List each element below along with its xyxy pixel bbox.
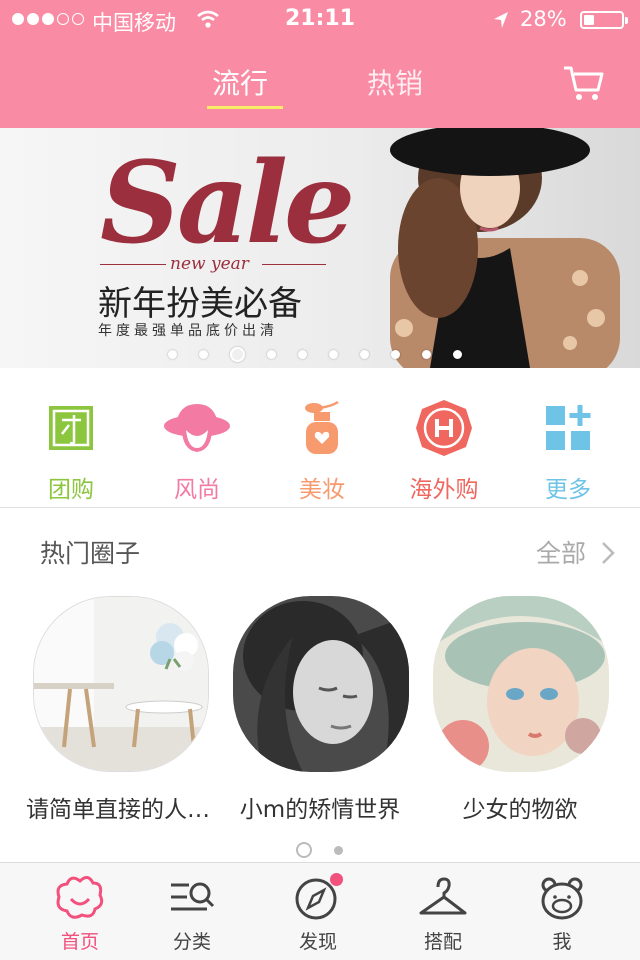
- battery-percent: 28%: [520, 7, 567, 31]
- banner-divider-right: [262, 264, 326, 265]
- tab-label: 搭配: [423, 931, 462, 953]
- bottom-tab-bar: 首页 分类 发现 搭配 我: [0, 862, 640, 960]
- page-dot[interactable]: [267, 350, 276, 359]
- page-dot-active[interactable]: [230, 347, 245, 362]
- active-tab-indicator: [207, 106, 283, 109]
- cart-icon[interactable]: [562, 64, 604, 106]
- tab-category[interactable]: 分类: [142, 875, 242, 954]
- category-row: 团购 风尚 美妆 海外购 更多: [0, 368, 640, 508]
- circle-name[interactable]: 小m的矫情世界: [215, 790, 425, 824]
- circle-thumbnail-interior[interactable]: [33, 596, 209, 772]
- group-buy-icon: [41, 398, 101, 458]
- tab-label: 首页: [60, 931, 99, 953]
- category-overseas[interactable]: 海外购: [384, 398, 504, 504]
- banner-headline: Sale: [100, 138, 355, 269]
- app-header: 中国移动 21:11 28% 流行 热销: [0, 0, 640, 128]
- profile-bear-icon: [537, 875, 587, 921]
- banner-divider-left: [100, 264, 166, 265]
- page-dot[interactable]: [360, 350, 369, 359]
- page-dot-active[interactable]: [296, 842, 312, 858]
- page-dot[interactable]: [391, 350, 400, 359]
- hanger-icon: [418, 875, 468, 921]
- circle-thumbnail-illustration[interactable]: [433, 596, 609, 772]
- promo-banner[interactable]: Sale new year 新年扮美必备 年度最强单品底价出清: [0, 128, 640, 368]
- tab-label: 分类: [172, 931, 211, 953]
- page-dot[interactable]: [329, 350, 338, 359]
- circle-thumbnail-portrait-bw[interactable]: [233, 596, 409, 772]
- banner-slogan-sub: 年度最强单品底价出清: [98, 323, 278, 339]
- status-bar: 中国移动 21:11 28%: [0, 0, 640, 40]
- discover-compass-icon: [293, 873, 343, 921]
- page-dot[interactable]: [334, 845, 343, 855]
- category-label: 风尚: [174, 477, 220, 503]
- overseas-h-icon: [414, 398, 474, 458]
- tab-discover[interactable]: 发现: [268, 873, 368, 954]
- location-arrow-icon: [492, 10, 510, 34]
- tab-label: 发现: [298, 931, 337, 953]
- tab-hot-sale[interactable]: 热销: [367, 62, 423, 102]
- perfume-icon: [292, 398, 352, 458]
- tab-home[interactable]: 首页: [30, 875, 130, 954]
- category-label: 美妆: [299, 477, 345, 503]
- notification-badge: [330, 873, 343, 886]
- page-dot[interactable]: [298, 350, 307, 359]
- category-more[interactable]: 更多: [508, 398, 628, 504]
- battery-icon: [580, 11, 628, 29]
- tab-me[interactable]: 我: [512, 875, 612, 954]
- tab-label: 我: [552, 931, 572, 953]
- circles-page-indicator[interactable]: [296, 842, 343, 858]
- chevron-right-icon[interactable]: [600, 540, 616, 570]
- banner-subscript: new year: [170, 254, 249, 274]
- banner-model-image: [390, 128, 620, 368]
- page-dot[interactable]: [199, 350, 208, 359]
- category-fashion[interactable]: 风尚: [137, 398, 257, 504]
- category-search-icon: [167, 875, 217, 921]
- see-all-link[interactable]: 全部: [536, 534, 586, 570]
- more-grid-icon: [538, 398, 598, 458]
- section-title: 热门圈子: [40, 539, 141, 568]
- tab-outfit[interactable]: 搭配: [393, 875, 493, 954]
- banner-slogan: 新年扮美必备: [98, 284, 302, 324]
- category-label: 海外购: [409, 477, 479, 503]
- tab-popular[interactable]: 流行: [212, 62, 268, 102]
- category-cosmetics[interactable]: 美妆: [262, 398, 382, 504]
- page-dot[interactable]: [422, 350, 431, 359]
- category-group-buy[interactable]: 团购: [11, 398, 131, 504]
- fashion-hat-icon: [164, 398, 230, 458]
- page-dot[interactable]: [168, 350, 177, 359]
- home-flower-icon: [55, 875, 105, 921]
- category-label: 团购: [48, 477, 94, 503]
- circle-name[interactable]: 少女的物欲: [415, 790, 625, 824]
- banner-page-indicator[interactable]: [168, 347, 462, 362]
- circle-name[interactable]: 请简单直接的人…: [13, 790, 223, 824]
- page-dot[interactable]: [453, 350, 462, 359]
- category-label: 更多: [545, 477, 591, 503]
